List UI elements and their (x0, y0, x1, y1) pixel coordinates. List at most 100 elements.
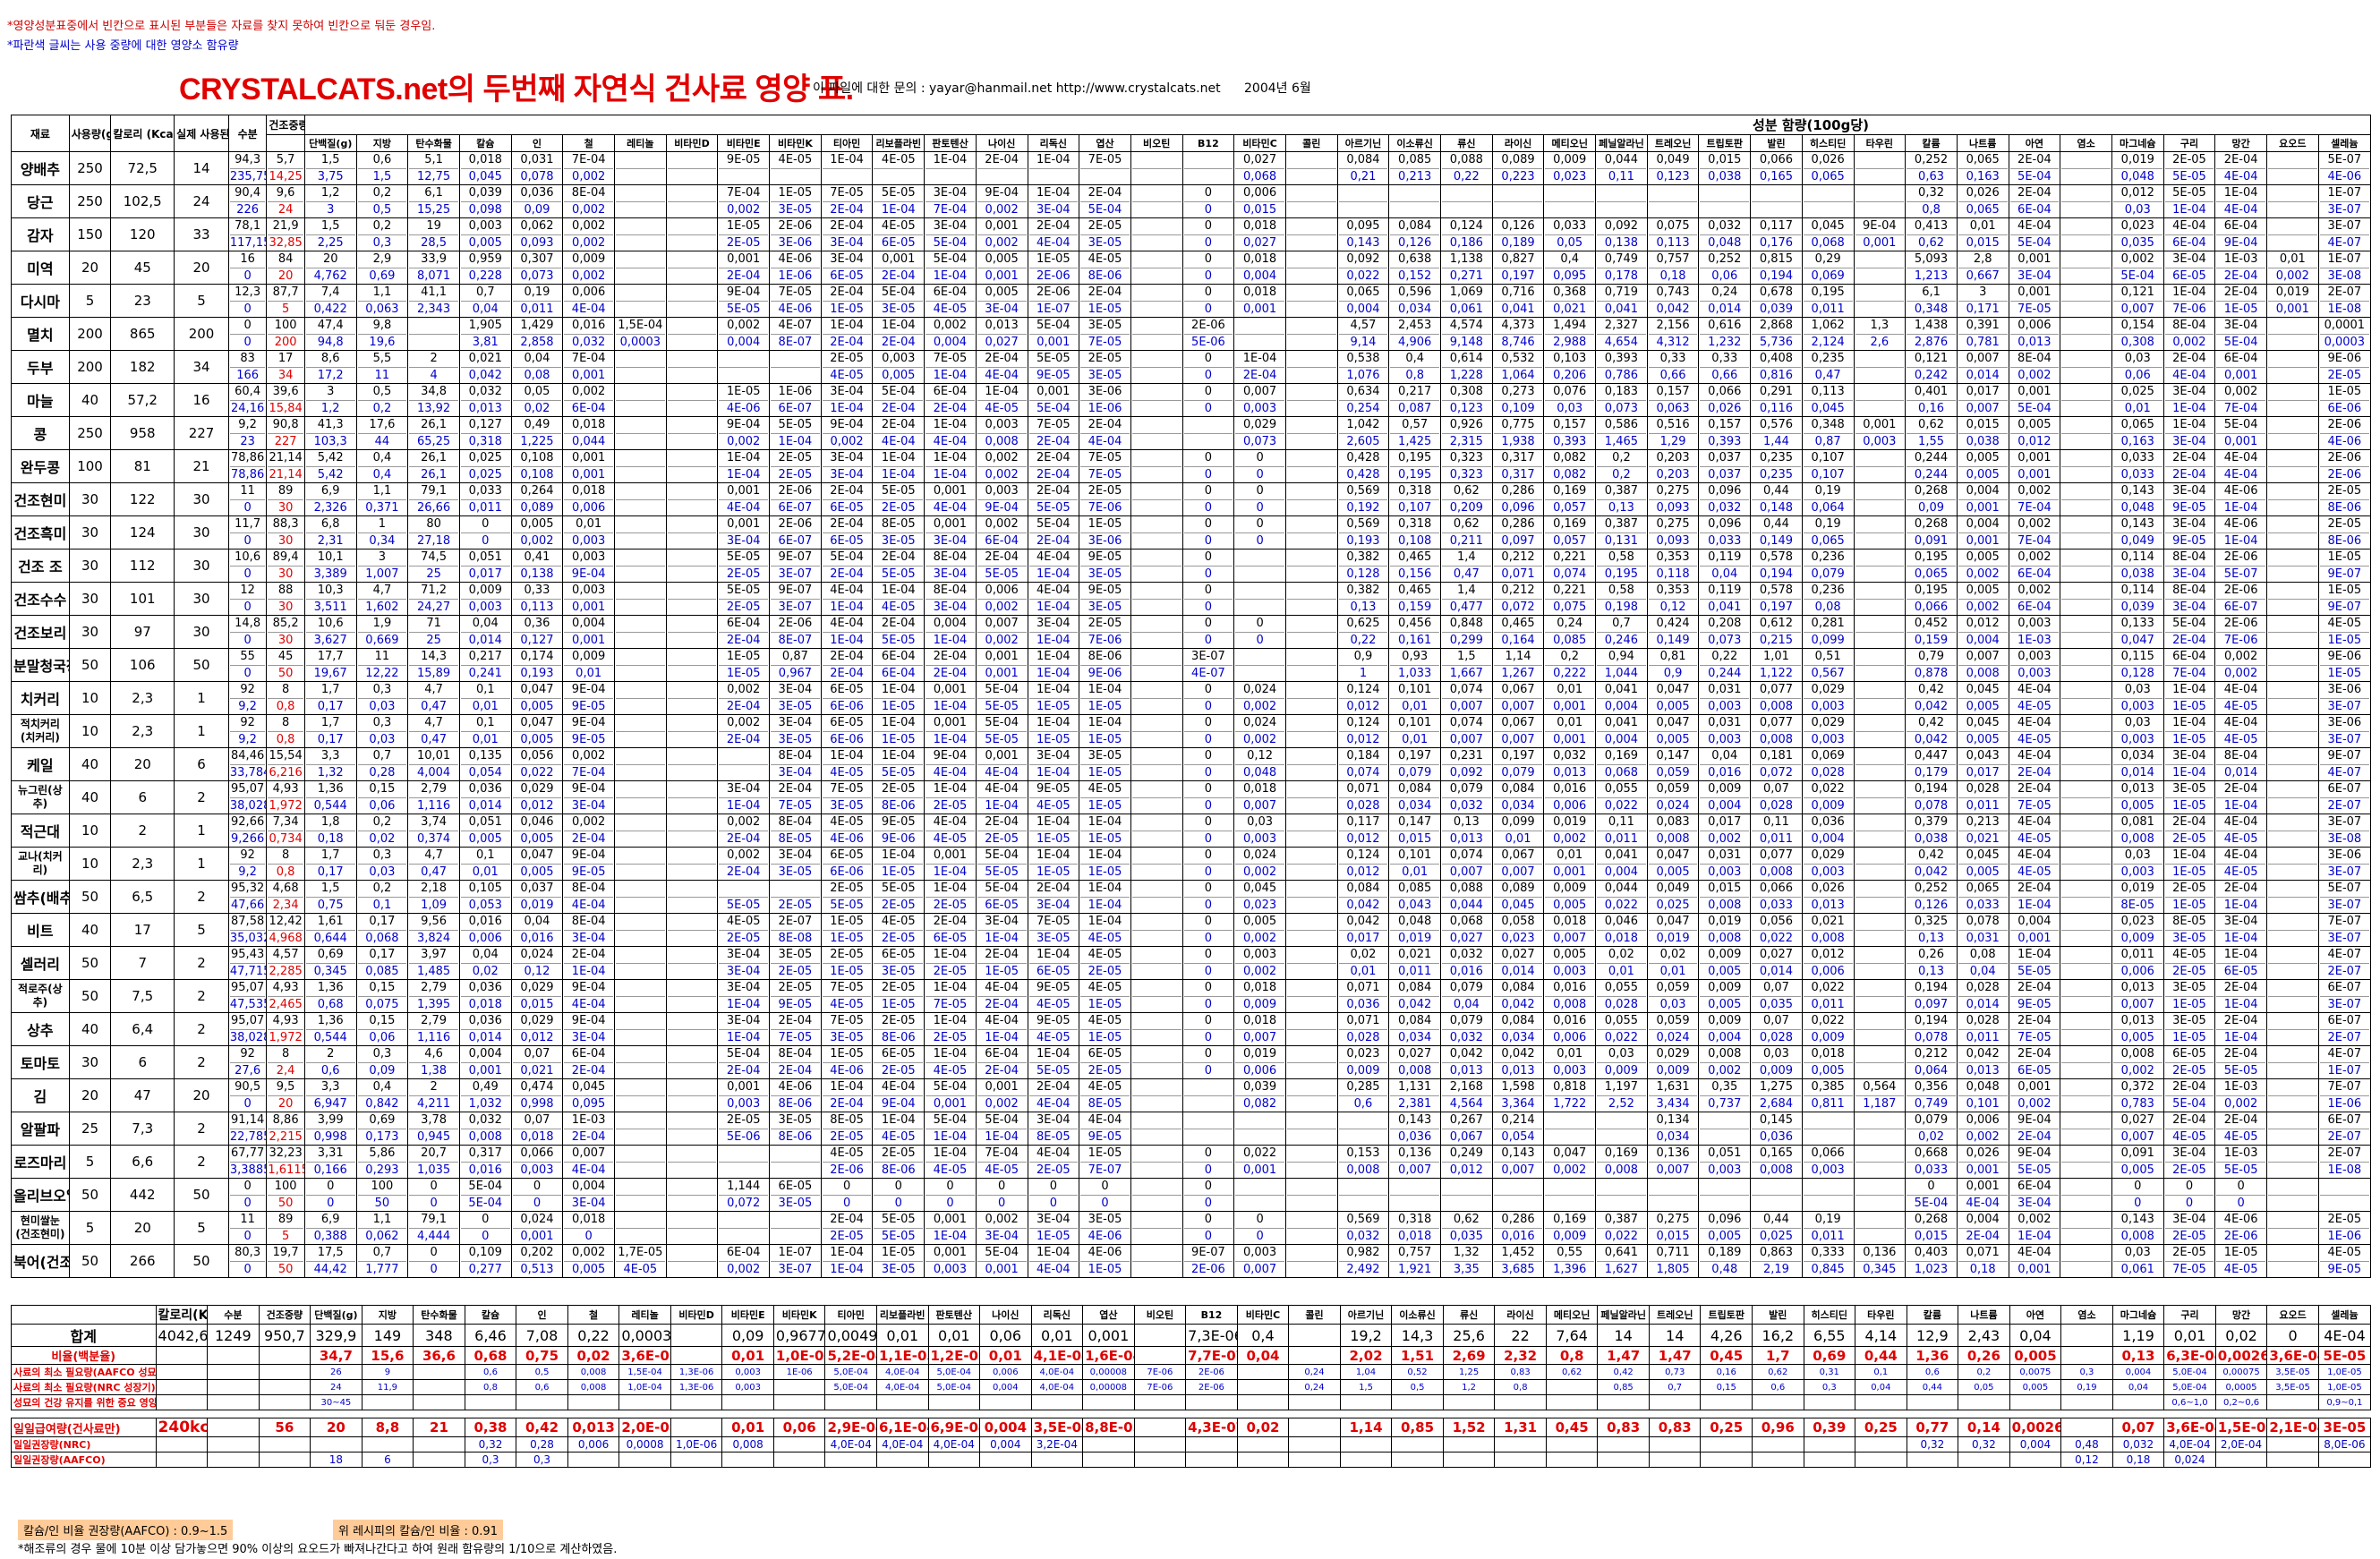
per-100g-value: 0,387 (1597, 1213, 1646, 1229)
nutrient-cell (614, 482, 667, 516)
per-used-value: 0,004 (1242, 269, 1277, 283)
nutrient-cell: 0,004 0,001 (2008, 913, 2061, 947)
nutrient-cell: 0,059 0,03 (1646, 979, 1700, 1013)
nutrient-cell: 4E-04 1E-04 (975, 780, 1028, 814)
nutrient-cell: 0,001 4E-04 (975, 747, 1028, 781)
nutrient-cell: 0,029 0,003 (1801, 714, 1855, 748)
nutrient-cell: 0,012 0,03 (2111, 184, 2164, 218)
per-100g-value: 0,025 (2112, 385, 2162, 401)
per-used-value: 4E-04 (726, 501, 761, 515)
per-100g-value: 0,036 (460, 1014, 510, 1030)
nutrient-cell: 0,195 0,065 (1905, 549, 1958, 583)
nutrient-cell (1388, 184, 1441, 218)
nutrient-cell (1284, 582, 1338, 616)
nutrient-cell: 0,099 0,01 (1491, 814, 1545, 848)
per-used-value: 1,921 (1398, 1263, 1432, 1276)
nutrient-cell: 0,013 0,007 (2111, 979, 2164, 1013)
table-row: 건조흑미 30 124 30 11,7 0 88,3 30 6,8 2,31 1 0,34 80 27,1… (11, 515, 2372, 549)
per-used-value: 0,004 (727, 336, 761, 349)
per-100g-value (616, 550, 665, 567)
per-100g-value: 0,055 (1597, 782, 1646, 798)
per-used-value: 2E-04 (933, 667, 968, 680)
used-amount: 30 (68, 1045, 112, 1079)
header-col-38: 요오드 (2266, 134, 2319, 152)
per-100g-value: 100 (357, 1180, 407, 1196)
per-used-value: 7E-06 (2223, 634, 2258, 647)
per-100g-value: 0,023 (1338, 1047, 1388, 1063)
nutrient-cell: 0,208 0,073 (1698, 615, 1752, 649)
per-used-value (2268, 666, 2317, 681)
per-used-value: 0,8 (276, 865, 295, 879)
per-100g-value: 9E-07 (771, 550, 820, 567)
per-100g-value: 87,58 (229, 915, 266, 931)
per-100g-value (1131, 484, 1181, 500)
per-used-value (1855, 732, 1905, 747)
nutrient-cell: 0,145 0,036 (1750, 1112, 1803, 1146)
per-used-value: 0,063 (1656, 402, 1690, 415)
per-used-value (1132, 1163, 1181, 1178)
per-used-value (1597, 1196, 1646, 1211)
per-100g-value: 0 (1183, 550, 1233, 567)
nutrient-cell: 8E-04 0,002 (562, 184, 615, 218)
per-100g-value: 0,003 (564, 550, 613, 567)
summary-header-cell: 인 (516, 1305, 568, 1325)
per-used-value: 5E-05 (2017, 1163, 2052, 1177)
per-100g-value: 1E-05 (1080, 1146, 1130, 1163)
per-used-value: 3E-05 (830, 799, 864, 813)
nutrient-cell: 0,003 0,007 (1233, 1244, 1286, 1278)
nutrient-cell: 0,006 4E-04 (562, 284, 615, 318)
summary-daily-row-cell: 1,14 (1339, 1418, 1393, 1437)
summary-aafco-row-cell: 0,52 (1391, 1364, 1444, 1380)
per-100g-value: 2E-05 (2164, 153, 2214, 169)
nutrient-cell: 0,62 0,211 (1440, 515, 1493, 549)
per-100g-value: 88 (268, 584, 303, 600)
per-used-value: 1,225 (520, 435, 554, 448)
nutrient-cell: 6E-04 2E-04 (924, 383, 977, 417)
per-used-value (616, 302, 665, 317)
per-used-value: 1,972 (269, 799, 303, 813)
per-used-value: 0,004 (1346, 302, 1380, 316)
per-100g-value: 9E-05 (1028, 1014, 1079, 1030)
nutrient-cell: 0,24 0,085 (1543, 615, 1597, 649)
nutrient-cell: 0,005 0,012 (2008, 416, 2061, 450)
per-100g-value: 0,001 (926, 484, 975, 500)
nutrient-cell (1853, 284, 1907, 318)
nutrient-cell: 92,66 9,266 (227, 814, 268, 848)
nutrient-cell: 0,005 0,002 (510, 515, 564, 549)
per-100g-value (1855, 815, 1905, 831)
summary-recommend-row-cell (1700, 1394, 1753, 1410)
nutrient-cell: 0,004 1E-04 (924, 615, 977, 649)
per-100g-value: 5E-04 (822, 550, 872, 567)
per-100g-value (1183, 153, 1233, 169)
per-100g-value: 0,121 (1907, 352, 1956, 368)
summary-nrc-row-cell: 24 (310, 1379, 363, 1395)
nutrient-cell: 1,14 1,267 (1491, 648, 1545, 682)
nutrient-cell: 0,07 0,035 (1750, 979, 1803, 1013)
nutrient-cell: 0,117 0,176 (1750, 217, 1803, 251)
per-100g-value: 0,065 (1958, 882, 2008, 898)
nutrient-cell: 0,021 0,042 (458, 350, 512, 384)
per-used-value: 1,602 (365, 601, 399, 614)
per-100g-value: 0,026 (1958, 1146, 2008, 1163)
per-used-value: 0,03 (369, 865, 396, 879)
per-100g-value: 9E-06 (2319, 352, 2369, 368)
per-used-value: 0,015 (1914, 1230, 1949, 1243)
per-used-value: 0,197 (1759, 601, 1794, 614)
nutrient-cell: 0,05 0,02 (510, 383, 564, 417)
per-used-value: 0,002 (1242, 932, 1277, 945)
nutrient-cell: 0,212 0,072 (1491, 582, 1545, 616)
per-100g-value (667, 1113, 717, 1129)
nutrient-cell: 1E-04 1E-05 (872, 681, 926, 715)
nutrient-cell: 00 (1181, 979, 1235, 1013)
per-100g-value (1648, 1180, 1698, 1196)
per-100g-value: 0,578 (1752, 584, 1801, 600)
per-100g-value (1286, 1113, 1336, 1129)
per-used-value: 0,042 (468, 369, 502, 382)
per-100g-value: 0 (2216, 1180, 2265, 1196)
per-used-value: 0,049 (2120, 534, 2154, 548)
per-used-value: 0,015 (1398, 832, 1432, 846)
dry-weight-used: 2 (174, 780, 229, 814)
nutrient-cell: 7E-05 4E-06 (769, 284, 822, 318)
summary-nrc-need-row-cell (1700, 1436, 1753, 1453)
nutrient-cell: 0,576 1,44 (1750, 416, 1803, 450)
